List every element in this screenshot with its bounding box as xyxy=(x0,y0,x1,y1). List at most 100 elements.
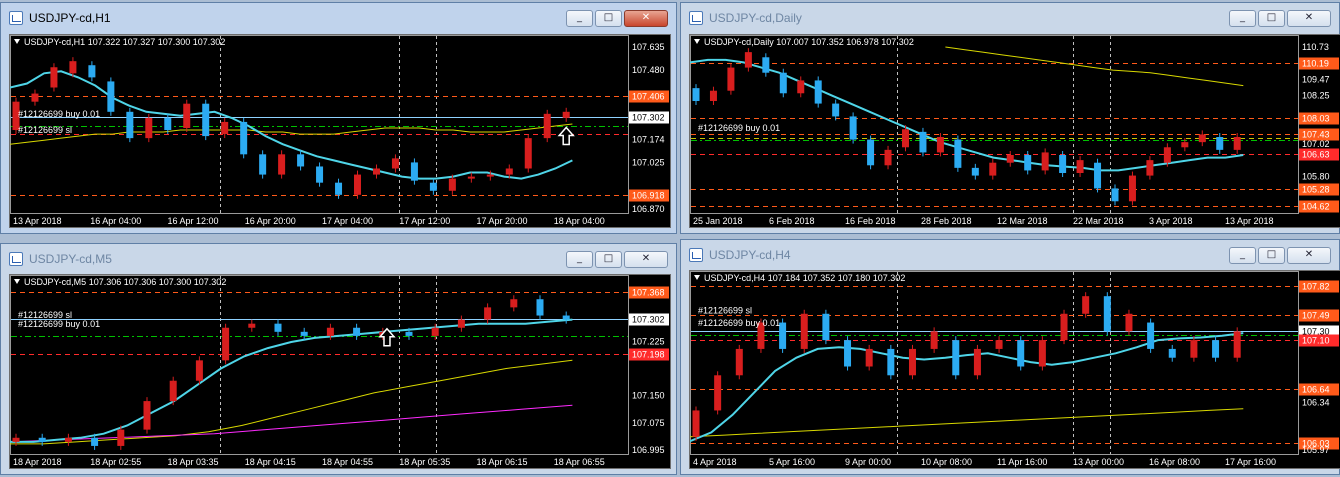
candle-body xyxy=(183,103,191,128)
minimize-button[interactable]: _ xyxy=(566,10,593,27)
candle-body xyxy=(989,162,997,176)
candle-body xyxy=(431,327,439,336)
maximize-button[interactable]: □ xyxy=(1258,10,1285,27)
price-level-label: 107.406 xyxy=(632,92,665,102)
candle-body xyxy=(69,61,77,74)
candle-body xyxy=(300,331,308,336)
window-title: USDJPY-cd,M5 xyxy=(29,252,112,266)
window-usdjpy-m5[interactable]: USDJPY-cd,M5 _ □ ✕ 107.368 107.302 107.198… xyxy=(0,243,677,475)
candle-body xyxy=(297,154,305,167)
price-axis-label: 110.73 xyxy=(1302,42,1329,52)
chart-window-icon xyxy=(689,248,703,262)
chart-area[interactable]: 107.406 107.302 106.918 107.635 107.480 107.1… xyxy=(9,34,671,228)
time-axis-label: 13 Apr 2018 xyxy=(1225,216,1274,226)
candle-body xyxy=(1216,137,1224,150)
candle-body xyxy=(91,437,99,446)
title-bar[interactable]: USDJPY-cd,H1 _ □ ✕ xyxy=(1,3,676,33)
candle-body xyxy=(169,380,177,402)
candle-body xyxy=(1146,160,1154,176)
time-axis-label: 17 Apr 04:00 xyxy=(322,216,373,226)
chart-window-icon xyxy=(9,11,23,25)
candle-body xyxy=(1006,155,1014,163)
window-usdjpy-h4[interactable]: USDJPY-cd,H4 _ □ ✕ 107.82 107.49 107.30 107… xyxy=(680,239,1340,475)
price-level-label: 105.28 xyxy=(1302,185,1330,195)
candle-body xyxy=(865,348,873,367)
maximize-button[interactable]: □ xyxy=(595,251,622,268)
close-button[interactable]: ✕ xyxy=(1287,247,1331,264)
candle-body xyxy=(1038,340,1046,367)
time-axis-label: 18 Apr 06:15 xyxy=(477,457,528,467)
candle-body xyxy=(936,137,944,153)
time-axis-label: 22 Mar 2018 xyxy=(1073,216,1124,226)
price-level-label: 107.43 xyxy=(1302,130,1330,140)
price-axis-label: 107.635 xyxy=(632,42,665,52)
candle-body xyxy=(410,162,418,181)
time-axis-label: 9 Apr 00:00 xyxy=(845,457,891,467)
order-label: #12126699 buy 0.01 xyxy=(18,109,100,119)
candle-body xyxy=(240,121,248,155)
candle-body xyxy=(954,139,962,168)
candle-body xyxy=(316,166,324,183)
title-bar[interactable]: USDJPY-cd,Daily _ □ ✕ xyxy=(681,3,1339,33)
chart-area[interactable]: 107.368 107.302 107.198 107.225 107.150 107.0… xyxy=(9,274,671,469)
window-usdjpy-h1[interactable]: USDJPY-cd,H1 _ □ ✕ 107.406 107.302 106.918… xyxy=(0,2,677,234)
candle-body xyxy=(1059,155,1067,173)
candle-body xyxy=(543,113,551,139)
price-axis-label: 106.870 xyxy=(632,204,665,214)
candle-body xyxy=(1212,340,1220,358)
candle-body xyxy=(429,182,437,191)
plot-frame xyxy=(690,271,1299,455)
candle-body xyxy=(1082,296,1090,314)
candle-body xyxy=(1233,331,1241,358)
price-axis-label: 109.47 xyxy=(1302,74,1330,84)
minimize-button[interactable]: _ xyxy=(1229,10,1256,27)
candle-body xyxy=(1233,137,1241,150)
order-label: #12126699 sl xyxy=(18,310,72,320)
time-axis-label: 5 Apr 16:00 xyxy=(769,457,815,467)
price-level-label: 108.03 xyxy=(1302,114,1330,124)
candle-body xyxy=(735,348,743,376)
close-button[interactable]: ✕ xyxy=(624,251,668,268)
candle-body xyxy=(779,322,787,349)
price-axis-label: 106.995 xyxy=(632,445,665,455)
chart-window-icon xyxy=(9,252,23,266)
price-axis-label: 107.480 xyxy=(632,65,665,75)
price-axis-label: 107.225 xyxy=(632,336,665,346)
candle-body xyxy=(88,65,96,78)
price-axis-label: 107.174 xyxy=(632,135,665,145)
close-button[interactable]: ✕ xyxy=(624,10,668,27)
chart-menu-icon xyxy=(14,39,20,44)
time-axis-label: 16 Apr 12:00 xyxy=(168,216,219,226)
chart-area[interactable]: 110.19 108.03 107.43 106.63 105.28 104.62 110.… xyxy=(689,34,1340,228)
candle-body xyxy=(867,139,875,166)
candle-body xyxy=(248,323,256,328)
minimize-button[interactable]: _ xyxy=(1229,247,1256,264)
time-axis-label: 6 Feb 2018 xyxy=(769,216,815,226)
candle-body xyxy=(779,72,787,94)
close-button[interactable]: ✕ xyxy=(1287,10,1331,27)
chart-menu-icon xyxy=(694,39,700,44)
price-level-label: 107.368 xyxy=(632,288,665,298)
plot-frame xyxy=(690,35,1299,214)
candle-body xyxy=(405,331,413,336)
candle-body xyxy=(259,154,267,175)
candle-body xyxy=(50,67,58,88)
title-bar[interactable]: USDJPY-cd,H4 _ □ ✕ xyxy=(681,240,1339,270)
candle-body xyxy=(221,121,229,135)
price-axis-label: 106.34 xyxy=(1302,397,1330,407)
price-axis-label: 107.150 xyxy=(632,391,665,401)
window-usdjpy-daily[interactable]: USDJPY-cd,Daily _ □ ✕ 110.19 108.03 107.43… xyxy=(680,2,1340,234)
order-label: #12126699 buy 0.01 xyxy=(698,123,780,133)
minimize-button[interactable]: _ xyxy=(566,251,593,268)
maximize-button[interactable]: □ xyxy=(595,10,622,27)
title-bar[interactable]: USDJPY-cd,M5 _ □ ✕ xyxy=(1,244,676,274)
price-level-label: 107.49 xyxy=(1302,311,1330,321)
time-axis-label: 18 Apr 06:55 xyxy=(554,457,605,467)
candle-body xyxy=(391,158,399,169)
chart-area[interactable]: 107.82 107.49 107.30 107.10 106.64 106.03 106.… xyxy=(689,270,1340,469)
order-label: #12126699 buy 0.01 xyxy=(698,318,780,328)
maximize-button[interactable]: □ xyxy=(1258,247,1285,264)
candle-body xyxy=(222,327,230,361)
price-level-label: 107.198 xyxy=(632,350,665,360)
candle-body xyxy=(562,111,570,118)
